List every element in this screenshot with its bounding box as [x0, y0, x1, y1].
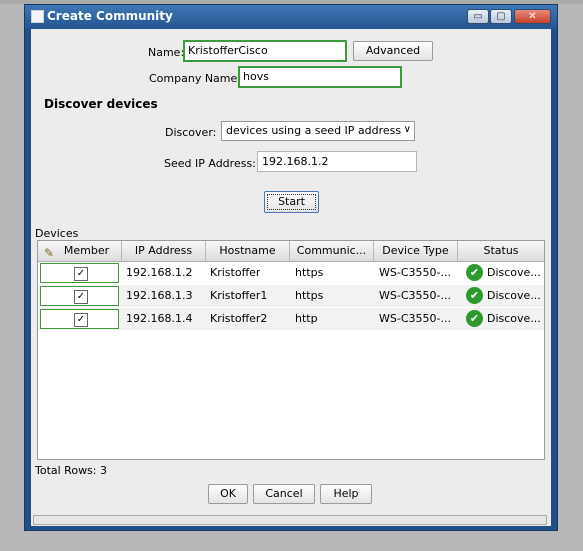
ip-cell: 192.168.1.2: [126, 266, 193, 279]
discover-method-value: devices using a seed IP address: [226, 124, 402, 137]
device-type-cell: WS-C3550-...: [379, 289, 451, 302]
devices-table: ✎ Member IP Address Hostname Communic...…: [37, 240, 545, 460]
member-cell[interactable]: ✓: [40, 263, 119, 283]
create-community-dialog: Create Community ▭ ▢ ✕ Name: KristofferC…: [24, 4, 558, 531]
chevron-down-icon: ∨: [403, 124, 411, 135]
check-circle-icon: ✔: [466, 310, 483, 327]
column-header-status[interactable]: Status: [458, 241, 544, 261]
start-button[interactable]: Start: [264, 191, 319, 213]
status-bar: [33, 515, 547, 525]
community-cell: https: [295, 266, 324, 279]
discover-devices-heading: Discover devices: [44, 97, 158, 111]
device-type-cell: WS-C3550-...: [379, 312, 451, 325]
ok-button[interactable]: OK: [208, 484, 248, 504]
community-cell: https: [295, 289, 324, 302]
status-cell: Discove...: [487, 266, 541, 279]
seed-ip-label: Seed IP Address:: [164, 157, 256, 170]
member-checkbox[interactable]: ✓: [74, 313, 88, 327]
member-checkbox[interactable]: ✓: [74, 290, 88, 304]
title-bar: Create Community ▭ ▢ ✕: [25, 5, 557, 29]
status-cell: Discove...: [487, 312, 541, 325]
column-header-device-type[interactable]: Device Type: [374, 241, 458, 261]
device-type-cell: WS-C3550-...: [379, 266, 451, 279]
table-row[interactable]: ✓ 192.168.1.2 Kristoffer https WS-C3550-…: [38, 262, 544, 284]
community-cell: http: [295, 312, 318, 325]
hostname-cell: Kristoffer1: [210, 289, 268, 302]
company-name-label: Company Name:: [149, 72, 241, 85]
company-name-input[interactable]: hovs: [238, 66, 402, 88]
maximize-button[interactable]: ▢: [490, 9, 512, 24]
window-icon: [31, 10, 44, 23]
status-cell: Discove...: [487, 289, 541, 302]
column-header-ip[interactable]: IP Address: [122, 241, 206, 261]
cancel-button[interactable]: Cancel: [253, 484, 315, 504]
name-input[interactable]: KristofferCisco: [183, 40, 347, 62]
ip-cell: 192.168.1.4: [126, 312, 193, 325]
close-button[interactable]: ✕: [514, 9, 551, 24]
check-circle-icon: ✔: [466, 287, 483, 304]
discover-label: Discover:: [165, 126, 217, 139]
member-checkbox[interactable]: ✓: [74, 267, 88, 281]
table-row[interactable]: ✓ 192.168.1.3 Kristoffer1 https WS-C3550…: [38, 285, 544, 307]
help-button[interactable]: Help: [320, 484, 372, 504]
hostname-cell: Kristoffer2: [210, 312, 268, 325]
column-header-community[interactable]: Communic...: [290, 241, 374, 261]
seed-ip-input[interactable]: 192.168.1.2: [257, 151, 417, 172]
discover-method-select[interactable]: devices using a seed IP address ∨: [221, 121, 415, 141]
check-circle-icon: ✔: [466, 264, 483, 281]
dialog-body: Name: KristofferCisco Advanced Company N…: [31, 29, 551, 526]
table-header: ✎ Member IP Address Hostname Communic...…: [38, 241, 544, 262]
table-row[interactable]: ✓ 192.168.1.4 Kristoffer2 http WS-C3550-…: [38, 308, 544, 330]
column-header-member[interactable]: ✎ Member: [38, 241, 122, 261]
hostname-cell: Kristoffer: [210, 266, 261, 279]
member-cell[interactable]: ✓: [40, 286, 119, 306]
member-cell[interactable]: ✓: [40, 309, 119, 329]
devices-label: Devices: [35, 227, 79, 240]
total-rows-label: Total Rows: 3: [35, 464, 107, 477]
window-title: Create Community: [47, 9, 173, 23]
pencil-icon: ✎: [44, 246, 55, 260]
column-header-hostname[interactable]: Hostname: [206, 241, 290, 261]
name-label: Name:: [148, 46, 185, 59]
advanced-button[interactable]: Advanced: [353, 41, 433, 61]
minimize-button[interactable]: ▭: [467, 9, 489, 24]
ip-cell: 192.168.1.3: [126, 289, 193, 302]
